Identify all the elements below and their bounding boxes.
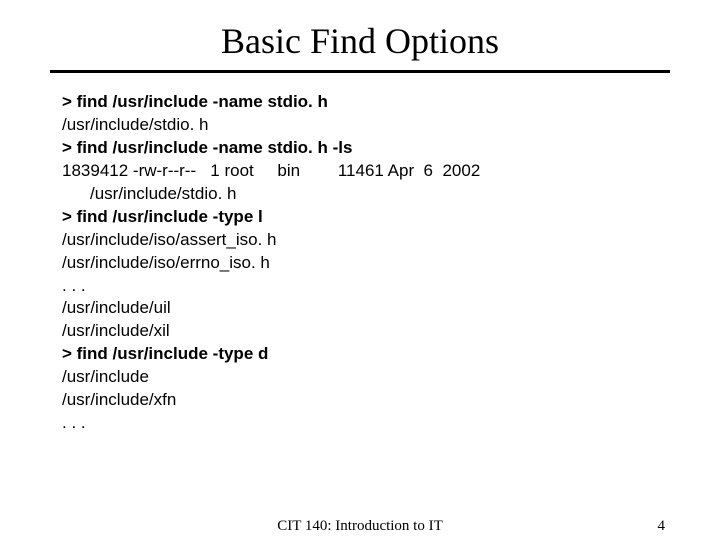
output-line: /usr/include/iso/errno_iso. h xyxy=(62,252,670,275)
output-line: /usr/include/stdio. h xyxy=(62,183,670,206)
command-line: > find /usr/include -type d xyxy=(62,343,670,366)
output-line: /usr/include/stdio. h xyxy=(62,114,670,137)
command-line: > find /usr/include -type l xyxy=(62,206,670,229)
title-divider xyxy=(50,70,670,73)
output-line: /usr/include/xil xyxy=(62,320,670,343)
output-line: 1839412 -rw-r--r-- 1 root bin 11461 Apr … xyxy=(62,160,670,183)
output-line: /usr/include xyxy=(62,366,670,389)
output-line: /usr/include/xfn xyxy=(62,389,670,412)
slide-title: Basic Find Options xyxy=(50,20,670,62)
command-line: > find /usr/include -name stdio. h xyxy=(62,91,670,114)
output-line: . . . xyxy=(62,275,670,298)
footer-page-number: 4 xyxy=(658,518,666,535)
footer-course: CIT 140: Introduction to IT xyxy=(277,518,443,535)
command-line: > find /usr/include -name stdio. h -ls xyxy=(62,137,670,160)
output-line: /usr/include/uil xyxy=(62,297,670,320)
output-line: /usr/include/iso/assert_iso. h xyxy=(62,229,670,252)
slide-content: > find /usr/include -name stdio. h /usr/… xyxy=(50,91,670,435)
output-line: . . . xyxy=(62,412,670,435)
